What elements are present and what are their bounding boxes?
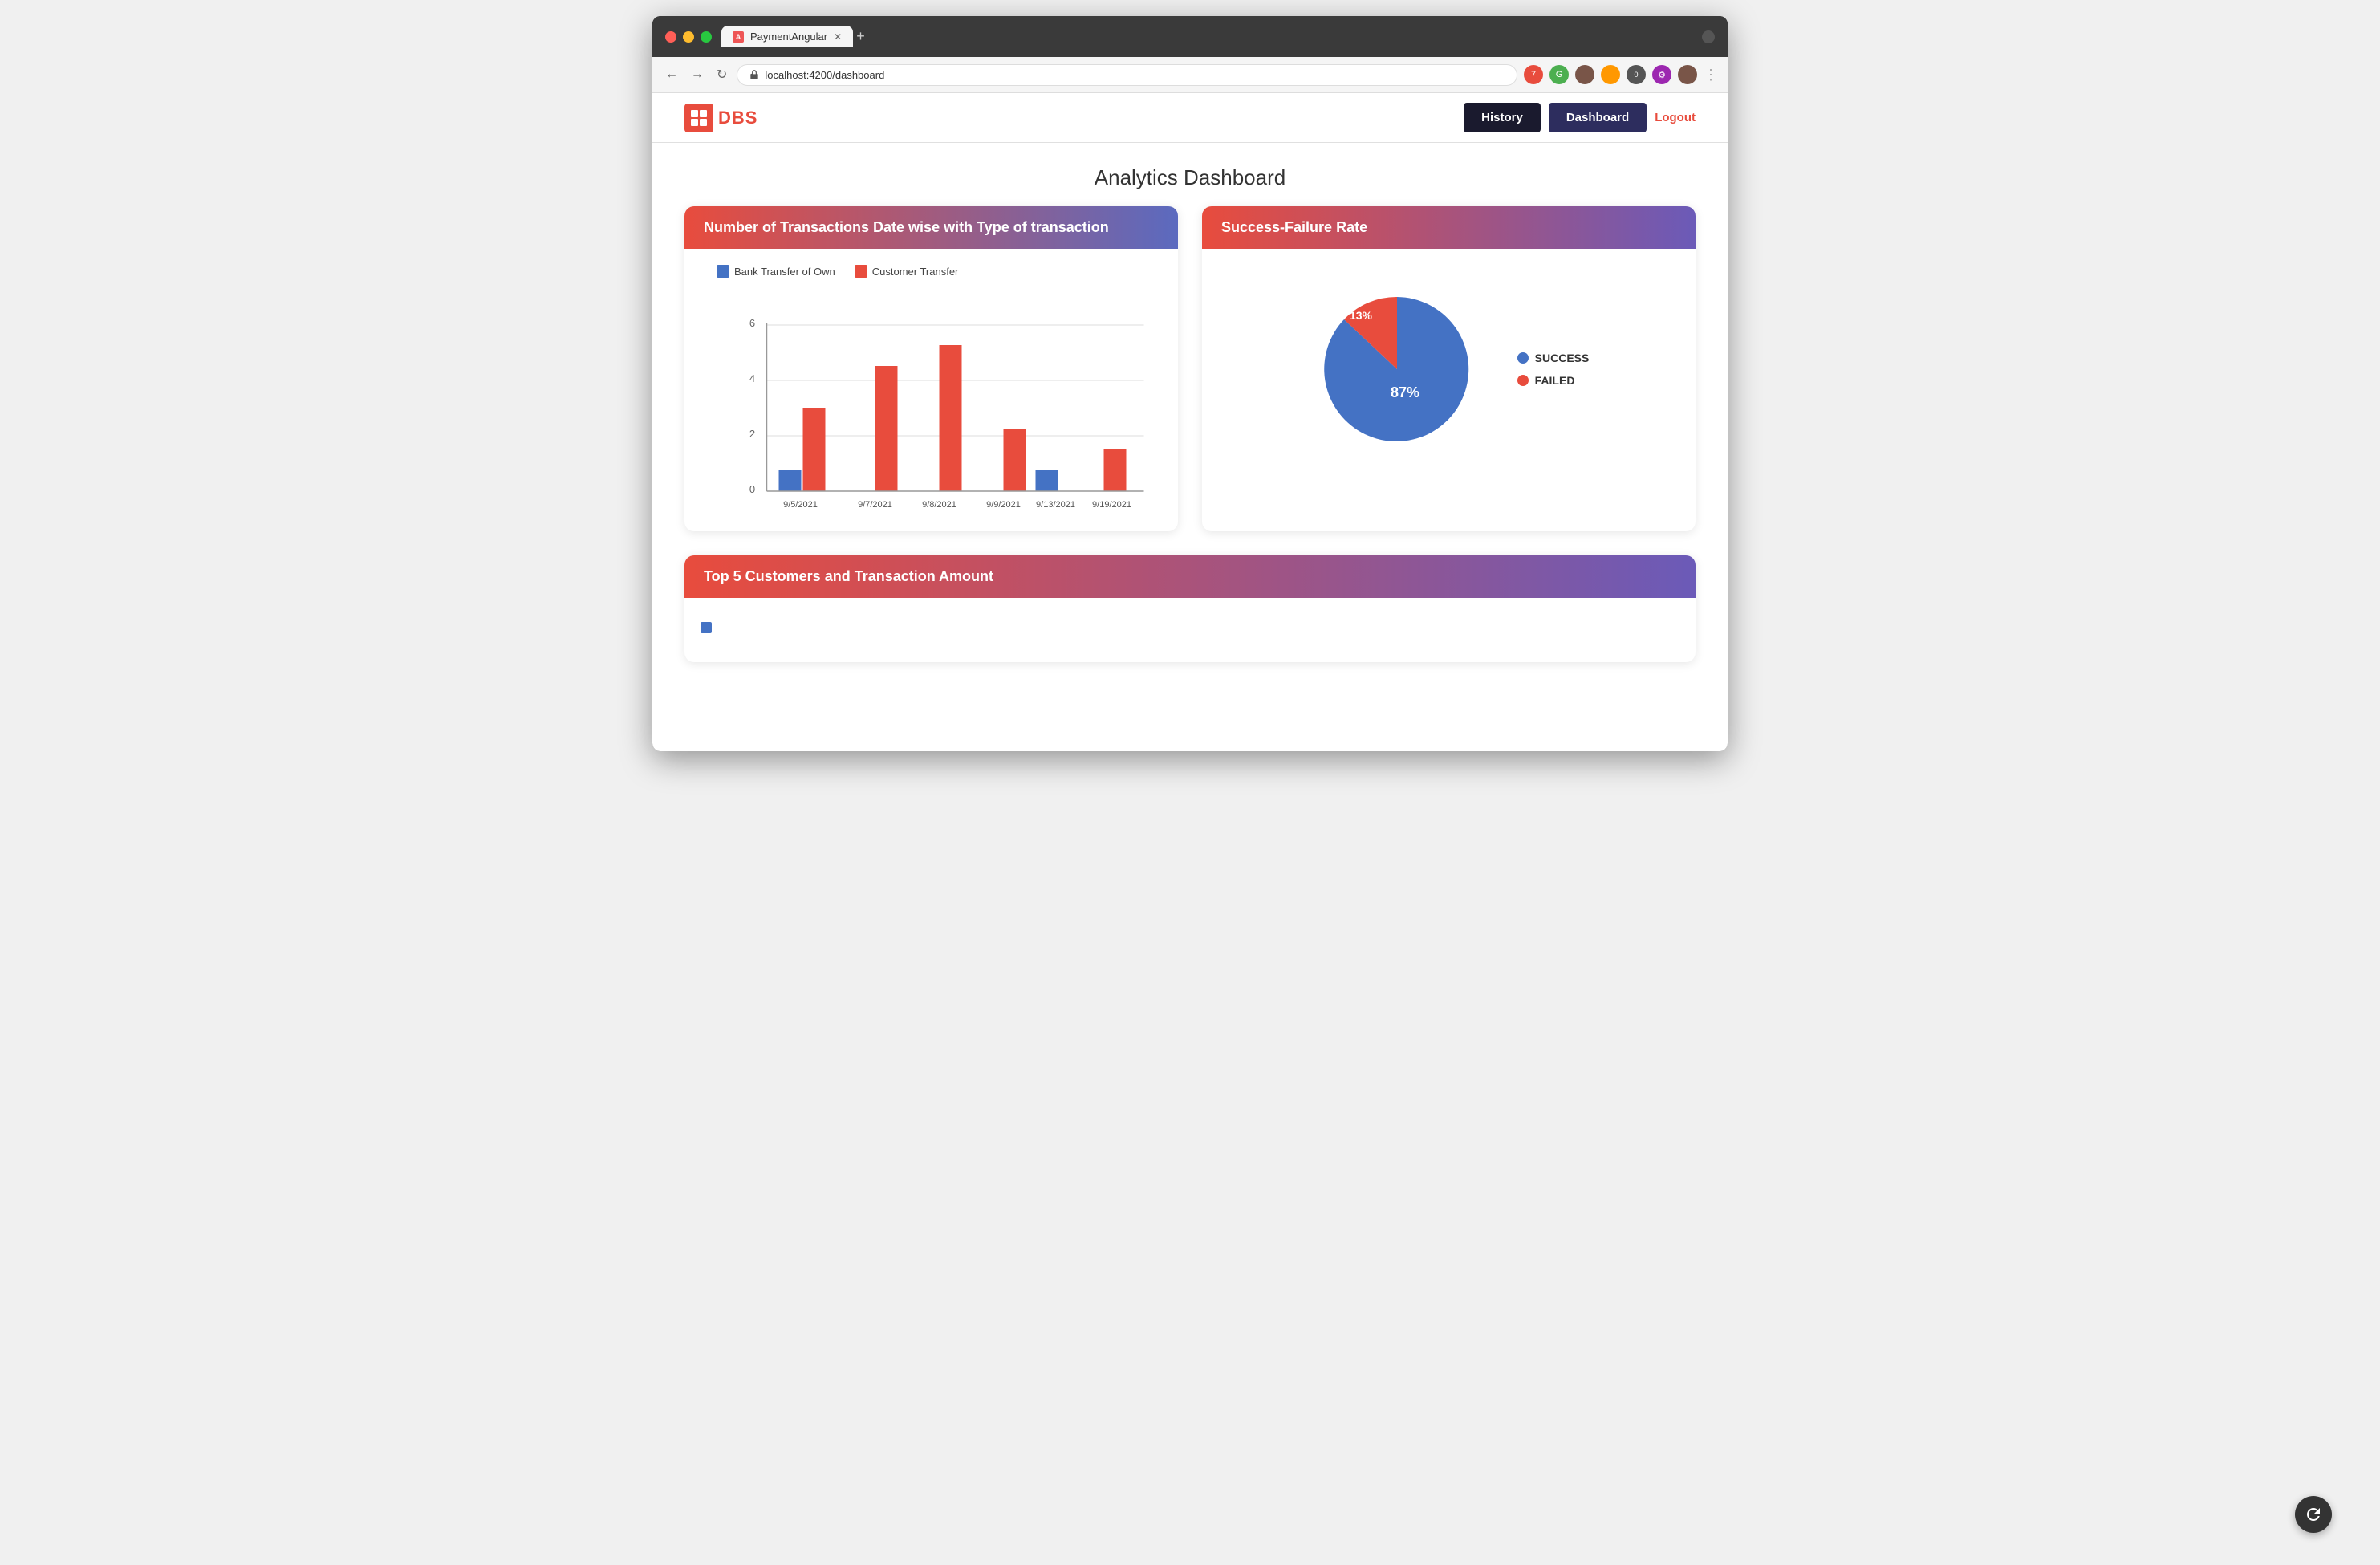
logo-text: DBS xyxy=(718,108,757,128)
profile-icon-3 xyxy=(1575,65,1594,84)
profile-icon-4 xyxy=(1601,65,1620,84)
svg-text:9/8/2021: 9/8/2021 xyxy=(922,500,956,510)
nav-buttons: History Dashboard Logout xyxy=(1464,103,1696,132)
bar-chart-legend: Bank Transfer of Own Customer Transfer xyxy=(701,265,1162,278)
bottom-chart-partial xyxy=(701,614,1679,633)
extension-icon: 0 xyxy=(1627,65,1646,84)
svg-text:9/5/2021: 9/5/2021 xyxy=(783,500,818,510)
reload-button[interactable]: ↻ xyxy=(713,63,730,86)
logout-button[interactable]: Logout xyxy=(1655,111,1696,124)
refresh-icon xyxy=(2304,1505,2323,1524)
browser-titlebar: A PaymentAngular ✕ + xyxy=(652,16,1728,57)
failed-dot xyxy=(1517,375,1529,386)
minimize-button[interactable] xyxy=(683,31,694,43)
dashboard-content: Number of Transactions Date wise with Ty… xyxy=(652,206,1728,710)
svg-text:87%: 87% xyxy=(1391,384,1419,400)
bar-customer-1 xyxy=(875,366,898,491)
bar-customer-2 xyxy=(940,345,962,491)
bottom-legend-dot xyxy=(701,622,712,633)
pie-legend: SUCCESS FAILED xyxy=(1517,352,1590,387)
browser-toolbar: ← → ↻ localhost:4200/dashboard 7 G 0 ⚙ ⋮ xyxy=(652,57,1728,93)
more-options-icon[interactable]: ⋮ xyxy=(1704,67,1718,83)
legend-success: SUCCESS xyxy=(1517,352,1590,364)
legend-blue-dot xyxy=(717,265,729,278)
svg-text:6: 6 xyxy=(749,317,755,329)
legend-bank-transfer: Bank Transfer of Own xyxy=(717,265,835,278)
dashboard-button[interactable]: Dashboard xyxy=(1549,103,1647,132)
lock-icon xyxy=(749,69,760,80)
svg-text:9/19/2021: 9/19/2021 xyxy=(1092,500,1131,510)
bar-chart-body: Bank Transfer of Own Customer Transfer 0 xyxy=(684,249,1178,531)
legend-red-dot xyxy=(855,265,867,278)
new-tab-button[interactable]: + xyxy=(856,28,865,45)
success-label: SUCCESS xyxy=(1535,352,1590,364)
bar-customer-3 xyxy=(1004,429,1026,491)
dbs-logo-svg xyxy=(689,108,709,128)
tab-label: PaymentAngular xyxy=(750,30,827,43)
pie-chart-body: 87% 13% SUCCESS FAILED xyxy=(1202,249,1696,490)
bar-customer-5 xyxy=(1104,449,1127,491)
back-button[interactable]: ← xyxy=(662,64,681,85)
tab-close-button[interactable]: ✕ xyxy=(834,31,842,43)
bottom-chart-title: Top 5 Customers and Transaction Amount xyxy=(704,568,993,584)
svg-text:0: 0 xyxy=(749,483,755,495)
svg-text:2: 2 xyxy=(749,428,755,440)
logo: DBS xyxy=(684,104,757,132)
legend-bank-label: Bank Transfer of Own xyxy=(734,266,835,278)
maximize-button[interactable] xyxy=(701,31,712,43)
toolbar-icons: 7 G 0 ⚙ ⋮ xyxy=(1524,65,1718,84)
tab-favicon: A xyxy=(733,31,744,43)
bar-chart-container: 0 2 4 6 8 xyxy=(701,291,1162,515)
forward-button[interactable]: → xyxy=(688,64,707,85)
bottom-chart-body xyxy=(684,598,1696,662)
pie-chart-header: Success-Failure Rate xyxy=(1202,206,1696,249)
url-text: localhost:4200/dashboard xyxy=(765,69,884,81)
bar-customer-0 xyxy=(803,408,826,491)
legend-failed: FAILED xyxy=(1517,374,1590,387)
app-header: DBS History Dashboard Logout xyxy=(652,93,1728,143)
failed-label: FAILED xyxy=(1535,374,1575,387)
pie-chart-container: 87% 13% SUCCESS FAILED xyxy=(1218,265,1679,474)
pie-chart-card: Success-Failure Rate xyxy=(1202,206,1696,531)
bar-chart-title: Number of Transactions Date wise with Ty… xyxy=(704,219,1109,235)
bar-chart-header: Number of Transactions Date wise with Ty… xyxy=(684,206,1178,249)
legend-customer-label: Customer Transfer xyxy=(872,266,959,278)
bar-chart-card: Number of Transactions Date wise with Ty… xyxy=(684,206,1178,531)
page-title: Analytics Dashboard xyxy=(652,143,1728,206)
bar-bank-4 xyxy=(1036,470,1058,491)
bottom-chart-header: Top 5 Customers and Transaction Amount xyxy=(684,555,1696,598)
bar-bank-0 xyxy=(779,470,802,491)
pie-svg: 87% 13% xyxy=(1309,281,1485,457)
svg-text:9/7/2021: 9/7/2021 xyxy=(858,500,892,510)
active-tab[interactable]: A PaymentAngular ✕ xyxy=(721,26,853,47)
browser-menu-icon xyxy=(1702,30,1715,43)
address-bar[interactable]: localhost:4200/dashboard xyxy=(737,64,1517,86)
svg-text:9/9/2021: 9/9/2021 xyxy=(986,500,1021,510)
profile-icon-2: G xyxy=(1549,65,1569,84)
charts-row: Number of Transactions Date wise with Ty… xyxy=(684,206,1696,531)
refresh-button[interactable] xyxy=(2295,1496,2332,1533)
svg-text:9/13/2021: 9/13/2021 xyxy=(1036,500,1075,510)
app-container: DBS History Dashboard Logout Analytics D… xyxy=(652,93,1728,751)
success-dot xyxy=(1517,352,1529,364)
browser-tabs: A PaymentAngular ✕ + xyxy=(721,26,1692,47)
close-button[interactable] xyxy=(665,31,676,43)
traffic-lights xyxy=(665,31,712,43)
puzzle-icon: ⚙ xyxy=(1652,65,1671,84)
svg-text:13%: 13% xyxy=(1350,309,1373,322)
bar-chart-svg: 0 2 4 6 8 xyxy=(725,291,1162,515)
history-button[interactable]: History xyxy=(1464,103,1541,132)
svg-text:4: 4 xyxy=(749,372,755,384)
pie-chart-title: Success-Failure Rate xyxy=(1221,219,1367,235)
user-icon xyxy=(1678,65,1697,84)
profile-icon-1: 7 xyxy=(1524,65,1543,84)
legend-customer-transfer: Customer Transfer xyxy=(855,265,959,278)
logo-icon xyxy=(684,104,713,132)
bottom-chart-card: Top 5 Customers and Transaction Amount xyxy=(684,555,1696,662)
